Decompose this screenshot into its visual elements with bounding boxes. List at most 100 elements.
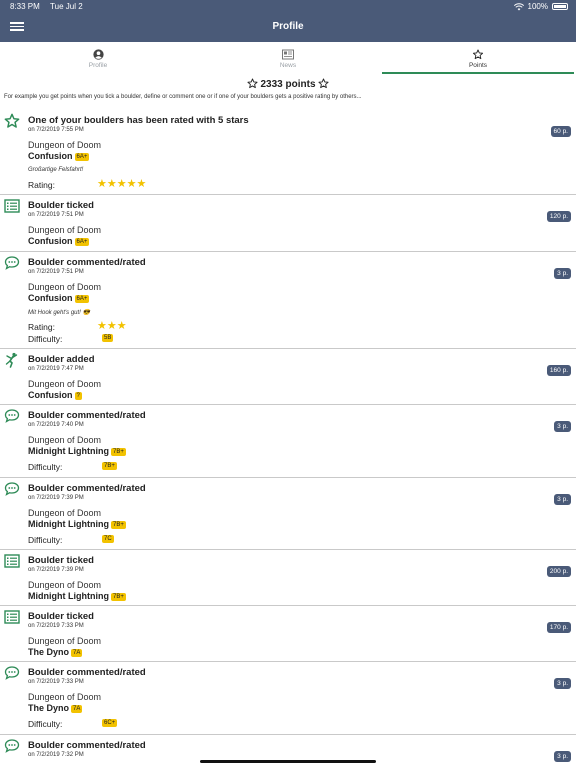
- climber-icon: [5, 352, 18, 368]
- points-badge: 200 p.: [546, 566, 571, 577]
- difficulty-grade: 7B+: [102, 462, 117, 470]
- tab-profile-label: Profile: [88, 62, 108, 69]
- list-item[interactable]: Boulder ticked on 7/2/2019 7:33 PM 170 p…: [0, 606, 576, 662]
- person-circle-icon: [92, 49, 104, 60]
- list-item[interactable]: Boulder added on 7/2/2019 7:47 PM 160 p.…: [0, 349, 576, 405]
- grade-badge: 6A+: [74, 153, 90, 161]
- list-icon: [4, 199, 20, 213]
- battery-icon: [552, 3, 568, 10]
- list-item[interactable]: Boulder commented/rated on 7/2/2019 7:40…: [0, 405, 576, 478]
- points-badge: 160 p.: [546, 365, 571, 376]
- entry-title: Boulder ticked: [28, 200, 94, 211]
- comment-icon: [4, 666, 20, 680]
- points-badge: 60 p.: [550, 126, 571, 137]
- points-total: 2333 points: [0, 78, 576, 90]
- star-outline-icon: [318, 78, 329, 89]
- entry-area: Dungeon of Doom: [28, 225, 102, 235]
- entry-date: on 7/2/2019 7:51 PM: [28, 269, 84, 275]
- rating-label: Rating:: [28, 322, 55, 332]
- entry-title: Boulder commented/rated: [28, 257, 146, 268]
- list-item[interactable]: Boulder ticked on 7/2/2019 7:51 PM 120 p…: [0, 195, 576, 252]
- star-outline-icon: [247, 78, 258, 89]
- entry-date: on 7/2/2019 7:47 PM: [28, 366, 84, 372]
- entry-boulder: Midnight Lightning 7B+: [28, 446, 126, 456]
- difficulty-grade: 5B: [102, 334, 114, 342]
- entry-date: on 7/2/2019 7:55 PM: [28, 127, 84, 133]
- entry-date: on 7/2/2019 7:51 PM: [28, 212, 84, 218]
- list-icon: [4, 610, 20, 624]
- tab-profile[interactable]: Profile: [2, 42, 194, 74]
- difficulty-grade: 7C: [102, 535, 114, 543]
- entry-date: on 7/2/2019 7:33 PM: [28, 679, 84, 685]
- entry-area: Dungeon of Doom: [28, 435, 102, 445]
- rating-label: Rating:: [28, 180, 55, 190]
- boulder-name: The Dyno: [28, 703, 70, 713]
- tab-points[interactable]: Points: [382, 42, 574, 74]
- status-date: Tue Jul 2: [50, 2, 83, 11]
- rating-stars: ★★★: [97, 320, 127, 332]
- tab-news-label: News: [279, 62, 297, 69]
- difficulty-label: Difficulty:: [28, 334, 63, 344]
- entry-area: Dungeon of Doom: [28, 282, 102, 292]
- entry-title: Boulder ticked: [28, 611, 94, 622]
- grade-badge: 7B+: [110, 521, 126, 529]
- page-title: Profile: [272, 21, 304, 32]
- points-total-label: 2333 points: [260, 79, 316, 90]
- points-description: For example you get points when you tick…: [4, 94, 362, 100]
- entry-boulder: Confusion 6A+: [28, 293, 90, 303]
- difficulty-label: Difficulty:: [28, 462, 63, 472]
- entry-area: Dungeon of Doom: [28, 508, 102, 518]
- entry-title: One of your boulders has been rated with…: [28, 115, 249, 126]
- comment-icon: [4, 739, 20, 753]
- list-item[interactable]: Boulder commented/rated on 7/2/2019 7:33…: [0, 662, 576, 735]
- entry-boulder: Midnight Lightning 7B+: [28, 591, 126, 601]
- entry-area: Dungeon of Doom: [28, 580, 102, 590]
- list-icon: [4, 554, 20, 568]
- battery-percent: 100%: [527, 2, 548, 11]
- entry-title: Boulder commented/rated: [28, 740, 146, 751]
- list-item[interactable]: Boulder commented/rated on 7/2/2019 7:32…: [0, 735, 576, 768]
- difficulty-grade: 6C+: [102, 719, 118, 727]
- tab-points-label: Points: [468, 62, 488, 69]
- newspaper-icon: [282, 49, 294, 60]
- boulder-name: Confusion: [28, 390, 73, 400]
- list-item[interactable]: Boulder commented/rated on 7/2/2019 7:39…: [0, 478, 576, 550]
- tab-news[interactable]: News: [192, 42, 384, 74]
- grade-badge: 7B+: [110, 448, 126, 456]
- boulder-name: Midnight Lightning: [28, 591, 109, 601]
- entry-boulder: Midnight Lightning 7B+: [28, 519, 126, 529]
- home-indicator[interactable]: [200, 760, 376, 763]
- points-badge: 120 p.: [546, 211, 571, 222]
- points-badge: 3 p.: [554, 751, 571, 762]
- boulder-name: Confusion: [28, 236, 73, 246]
- entry-date: on 7/2/2019 7:33 PM: [28, 623, 84, 629]
- nav-bar: Profile: [0, 14, 576, 42]
- entry-boulder: Confusion?: [28, 390, 82, 400]
- list-item[interactable]: Boulder commented/rated on 7/2/2019 7:51…: [0, 252, 576, 349]
- entry-date: on 7/2/2019 7:39 PM: [28, 567, 84, 573]
- entry-date: on 7/2/2019 7:32 PM: [28, 752, 84, 758]
- boulder-name: Midnight Lightning: [28, 446, 109, 456]
- comment-icon: [4, 256, 20, 270]
- list-item[interactable]: One of your boulders has been rated with…: [0, 110, 576, 195]
- status-bar: 8:33 PM Tue Jul 2 100%: [0, 0, 576, 14]
- entry-area: Dungeon of Doom: [28, 692, 102, 702]
- comment-icon: [4, 409, 20, 423]
- grade-badge: 7A: [71, 705, 83, 713]
- entry-boulder: Confusion 6A+: [28, 236, 90, 246]
- points-badge: 3 p.: [554, 421, 571, 432]
- points-badge: 3 p.: [554, 678, 571, 689]
- status-time: 8:33 PM: [10, 2, 40, 11]
- entry-title: Boulder ticked: [28, 555, 94, 566]
- entry-title: Boulder commented/rated: [28, 667, 146, 678]
- grade-badge: ?: [74, 392, 82, 400]
- star-outline-icon: [472, 49, 484, 60]
- list-item[interactable]: Boulder ticked on 7/2/2019 7:39 PM 200 p…: [0, 550, 576, 606]
- entry-area: Dungeon of Doom: [28, 636, 102, 646]
- points-badge: 3 p.: [554, 268, 571, 279]
- entry-title: Boulder commented/rated: [28, 483, 146, 494]
- entry-boulder: The Dyno 7A: [28, 647, 83, 657]
- difficulty-label: Difficulty:: [28, 719, 63, 729]
- tab-bar: Profile News Points: [0, 42, 576, 74]
- entry-title: Boulder added: [28, 354, 95, 365]
